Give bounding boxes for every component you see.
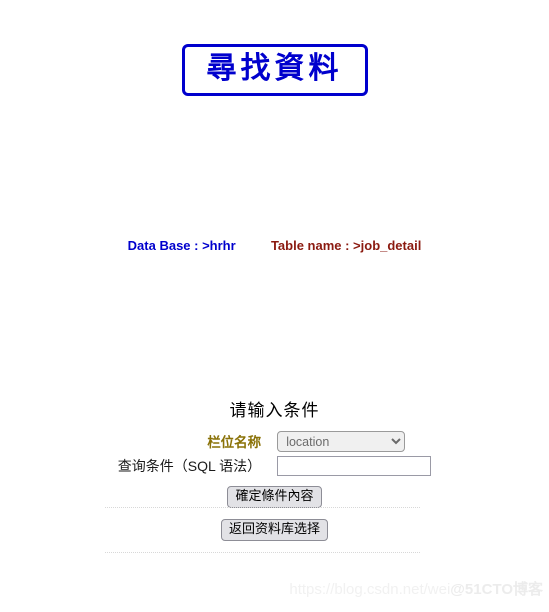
field-name-label-cell: 栏位名称 xyxy=(118,429,277,454)
divider-bottom xyxy=(105,552,420,553)
watermark-url: https://blog.csdn.net/wei xyxy=(289,581,451,598)
divider-top xyxy=(105,507,420,508)
page-header: 尋找資料 xyxy=(0,0,549,96)
submit-condition-button[interactable]: 確定條件內容 xyxy=(227,486,322,509)
database-label: Data Base : >hrhr xyxy=(127,238,236,253)
field-name-row: 栏位名称 location xyxy=(118,429,431,454)
query-form: 请输入条件 栏位名称 location 查询条件（SQL 语法） 確定條件內容 xyxy=(0,396,549,510)
table-name-label: Table name : >job_detail xyxy=(270,238,422,253)
condition-input[interactable] xyxy=(277,456,432,476)
page-title: 尋找資料 xyxy=(206,51,343,86)
condition-label: 查询条件（SQL 语法） xyxy=(117,458,262,474)
condition-label-cell: 查询条件（SQL 语法） xyxy=(118,454,277,478)
watermark-brand: @51CTO博客 xyxy=(450,581,543,598)
field-name-label: 栏位名称 xyxy=(207,435,262,450)
database-info-line: Data Base : >hrhr Table name : >job_deta… xyxy=(0,238,549,253)
form-heading: 请输入条件 xyxy=(229,401,320,420)
title-box: 尋找資料 xyxy=(181,44,368,96)
return-row: 返回资料库选择 xyxy=(0,519,549,542)
submit-row: 確定條件內容 xyxy=(118,478,431,510)
condition-control-cell xyxy=(277,454,432,478)
field-name-select[interactable]: location xyxy=(277,431,406,452)
submit-cell: 確定條件內容 xyxy=(118,478,431,510)
field-name-control-cell: location xyxy=(277,429,431,454)
condition-row: 查询条件（SQL 语法） xyxy=(118,454,432,478)
return-to-database-button[interactable]: 返回资料库选择 xyxy=(220,519,328,542)
form-table: 栏位名称 location 查询条件（SQL 语法） 確定條件內容 xyxy=(118,429,432,510)
watermark: https://blog.csdn.net/wei@51CTO博客 xyxy=(0,578,549,599)
